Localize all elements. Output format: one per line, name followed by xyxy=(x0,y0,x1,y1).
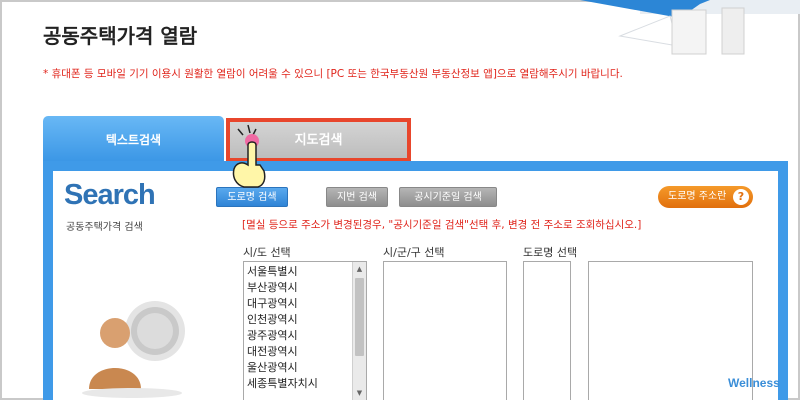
sido-option[interactable]: 서울특별시 xyxy=(247,264,366,280)
scroll-down-icon[interactable]: ▼ xyxy=(353,386,366,400)
sido-option[interactable]: 부산광역시 xyxy=(247,280,366,296)
road-address-guide-button[interactable]: 도로명 주소란 ? xyxy=(658,186,753,208)
guide-label: 도로명 주소란 xyxy=(668,191,727,202)
sido-option[interactable]: 세종특별자치시 xyxy=(247,376,366,392)
tab-text-search[interactable]: 텍스트검색 xyxy=(43,116,224,161)
sido-option[interactable]: 대구광역시 xyxy=(247,296,366,312)
wellness-watermark: Wellness xyxy=(728,376,780,390)
sido-listbox[interactable]: 서울특별시 부산광역시 대구광역시 인천광역시 광주광역시 대전광역시 울산광역… xyxy=(243,261,367,400)
scroll-up-icon[interactable]: ▲ xyxy=(353,262,366,276)
user-avatar-icon xyxy=(82,301,185,398)
page-title: 공동주택가격 열람 xyxy=(43,24,198,48)
lot-search-button[interactable]: 지번 검색 xyxy=(326,187,388,207)
sido-label: 시/도 선택 xyxy=(243,246,291,259)
search-panel: Search 공동주택가격 검색 도로명 검색 지번 검색 공시기준일 검색 도… xyxy=(43,161,788,400)
pointing-hand-icon xyxy=(232,124,266,188)
notice-date-search-button[interactable]: 공시기준일 검색 xyxy=(399,187,497,207)
road-label: 도로명 선택 xyxy=(523,246,578,259)
sigungu-listbox[interactable] xyxy=(383,261,507,400)
search-logo: Search xyxy=(64,179,156,211)
header-decoration xyxy=(580,0,800,55)
sido-option[interactable]: 울산광역시 xyxy=(247,360,366,376)
scroll-thumb[interactable] xyxy=(355,278,364,356)
address-change-warning: [멸실 등으로 주소가 변경된경우, "공시기준일 검색"선택 후, 변경 전 … xyxy=(242,219,642,231)
sido-option[interactable]: 광주광역시 xyxy=(247,328,366,344)
sido-list: 서울특별시 부산광역시 대구광역시 인천광역시 광주광역시 대전광역시 울산광역… xyxy=(244,262,366,392)
sido-scrollbar[interactable]: ▲ ▼ xyxy=(352,262,366,400)
mobile-notice: * 휴대폰 등 모바일 기기 이용시 원활한 열람이 어려울 수 있으니 [PC… xyxy=(43,68,623,80)
sigungu-label: 시/군/구 선택 xyxy=(383,246,445,259)
search-panel-body: Search 공동주택가격 검색 도로명 검색 지번 검색 공시기준일 검색 도… xyxy=(53,171,778,400)
search-subtitle: 공동주택가격 검색 xyxy=(66,222,143,233)
sido-option[interactable]: 인천광역시 xyxy=(247,312,366,328)
help-icon: ? xyxy=(733,189,749,205)
sido-option[interactable]: 대전광역시 xyxy=(247,344,366,360)
road-initial-listbox[interactable] xyxy=(523,261,571,400)
